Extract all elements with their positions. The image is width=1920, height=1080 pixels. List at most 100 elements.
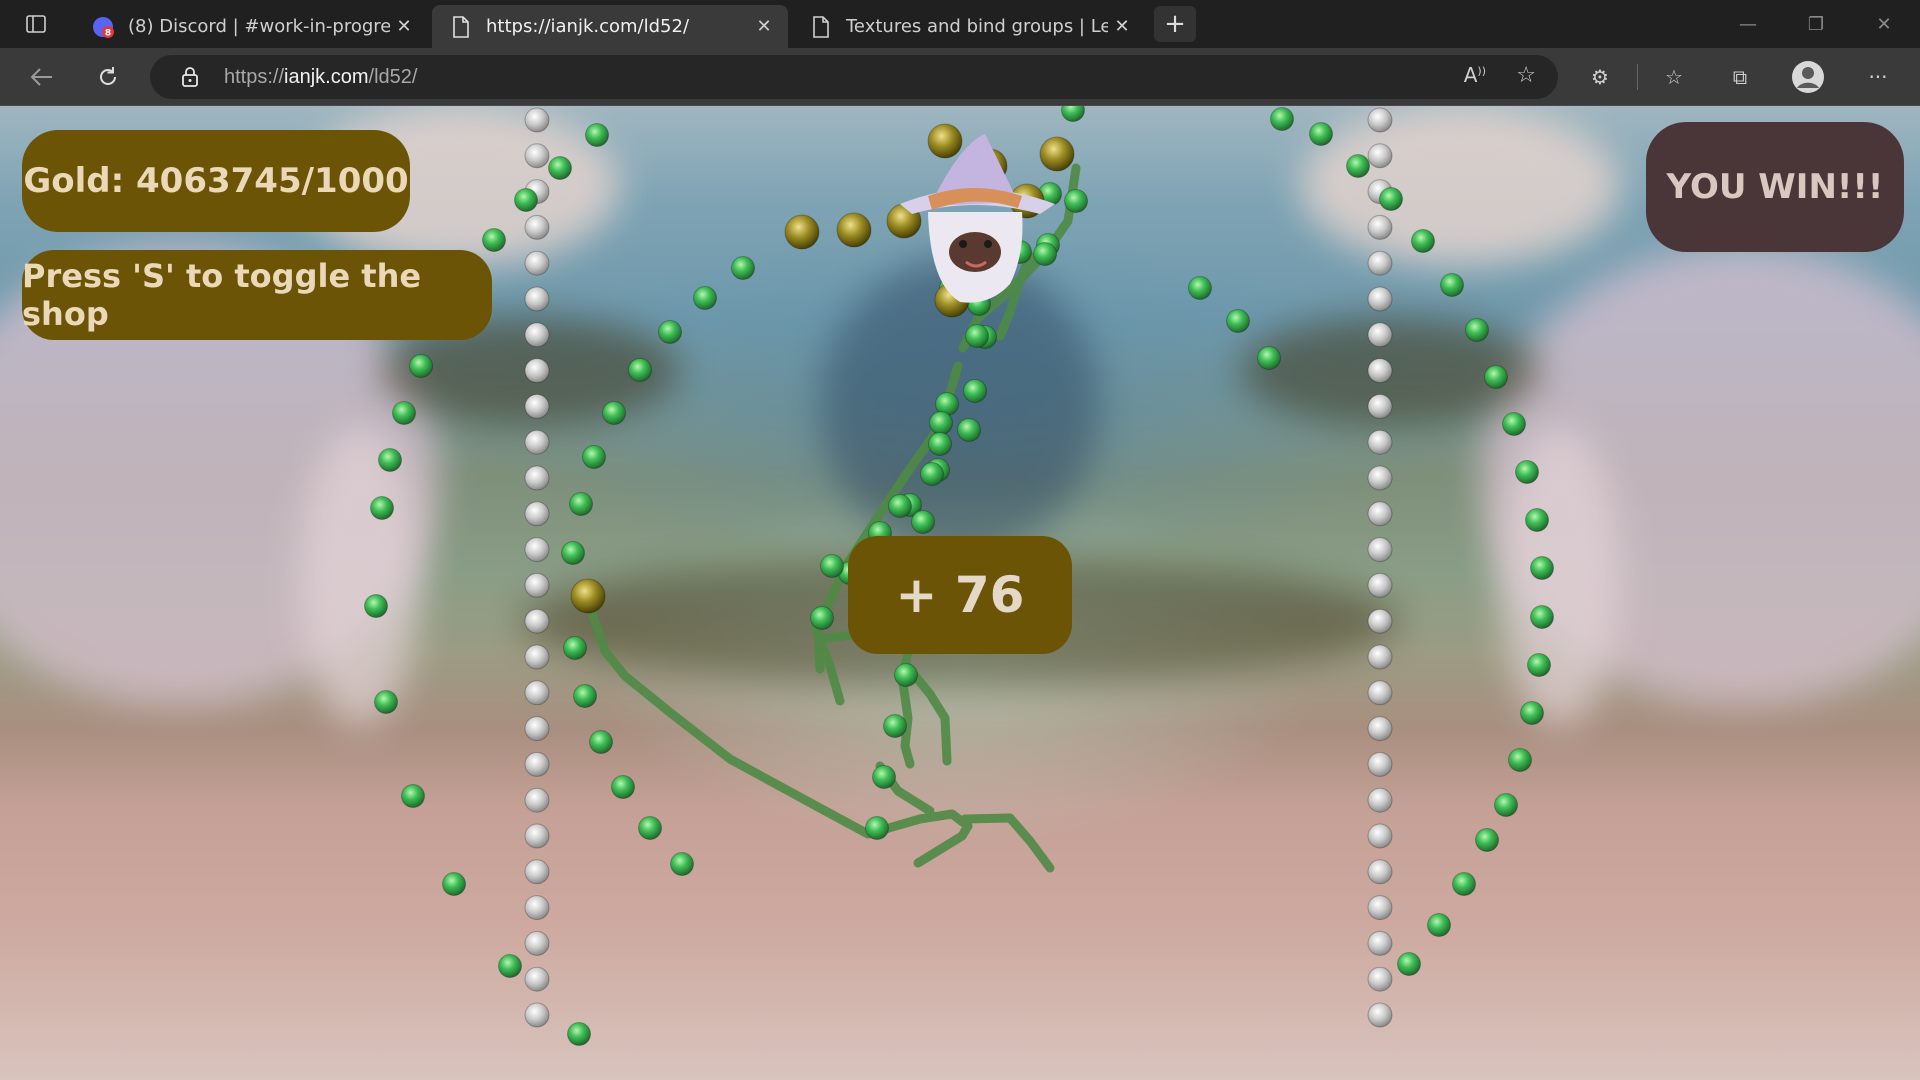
gray-orb: [524, 823, 550, 849]
gray-orb: [524, 501, 550, 527]
gray-orb: [1367, 465, 1393, 491]
read-aloud-icon[interactable]: A)): [1464, 63, 1486, 87]
close-window-button[interactable]: ✕: [1850, 0, 1918, 48]
gray-orb: [524, 465, 550, 491]
gray-orb: [1367, 429, 1393, 455]
tab-bar: 8 (8) Discord | #work-in-progress | ✕ ht…: [0, 0, 1920, 48]
green-orb: [865, 816, 889, 840]
green-orb: [1520, 701, 1544, 725]
green-orb: [628, 358, 652, 382]
win-banner: YOU WIN!!!: [1646, 122, 1904, 252]
green-orb: [1427, 913, 1451, 937]
profile-button[interactable]: [1788, 59, 1828, 95]
wizard-character: [900, 134, 1055, 303]
green-orb: [378, 448, 402, 472]
gray-orb: [524, 930, 550, 956]
gray-orb: [524, 966, 550, 992]
gray-orb: [524, 859, 550, 885]
green-orb: [370, 496, 394, 520]
gold-counter: Gold: 4063745/1000: [22, 130, 410, 232]
green-orb: [548, 156, 572, 180]
gray-orb: [1367, 250, 1393, 276]
green-orb: [638, 816, 662, 840]
svg-text:8: 8: [105, 28, 111, 38]
green-orb: [1061, 106, 1085, 122]
green-orb: [374, 690, 398, 714]
gray-orb: [1367, 930, 1393, 956]
gray-orb: [1367, 966, 1393, 992]
tab-ld52[interactable]: https://ianjk.com/ld52/ ✕: [432, 5, 788, 48]
gray-orb: [1367, 644, 1393, 670]
back-button[interactable]: [22, 59, 62, 95]
tab-discord[interactable]: 8 (8) Discord | #work-in-progress | ✕: [74, 5, 428, 48]
gray-orb: [1367, 107, 1393, 133]
gray-orb: [524, 143, 550, 169]
gray-orb: [524, 751, 550, 777]
add-favorite-icon[interactable]: ☆: [1516, 63, 1536, 88]
restore-button[interactable]: ❐: [1782, 0, 1850, 48]
game-canvas[interactable]: Gold: 4063745/1000 Press 'S' to toggle t…: [0, 106, 1920, 1080]
restore-icon: ❐: [1807, 13, 1825, 35]
green-orb: [1257, 346, 1281, 370]
green-orb: [1525, 508, 1549, 532]
green-orb: [1475, 828, 1499, 852]
green-orb: [965, 324, 989, 348]
gray-orb: [1367, 143, 1393, 169]
tab-textures[interactable]: Textures and bind groups | Learn ✕: [792, 5, 1146, 48]
green-orb: [514, 188, 538, 212]
favorites-button[interactable]: ☆: [1654, 59, 1694, 95]
gray-orb: [524, 895, 550, 921]
gray-orb: [524, 107, 550, 133]
green-orb: [409, 354, 433, 378]
gray-orb: [524, 286, 550, 312]
reload-button[interactable]: [88, 59, 128, 95]
green-orb: [929, 411, 953, 435]
green-orb: [1411, 229, 1435, 253]
gray-orb: [1367, 1002, 1393, 1028]
collections-button[interactable]: ⧉: [1720, 59, 1760, 95]
tab-actions-button[interactable]: [16, 10, 56, 38]
discord-icon: 8: [92, 16, 114, 38]
tab-title: Textures and bind groups | Learn: [846, 16, 1108, 37]
gray-orb: [524, 572, 550, 598]
green-orb: [1515, 460, 1539, 484]
green-orb: [482, 228, 506, 252]
close-tab-icon[interactable]: ✕: [1108, 13, 1136, 41]
new-tab-button[interactable]: +: [1154, 6, 1196, 42]
gray-orb: [524, 1002, 550, 1028]
gray-orb: [1367, 608, 1393, 634]
page-icon: [450, 15, 472, 38]
extensions-button[interactable]: ⚙: [1580, 59, 1620, 95]
gray-orb: [524, 537, 550, 563]
green-orb: [883, 714, 907, 738]
green-orb: [1530, 605, 1554, 629]
gray-orb: [1367, 859, 1393, 885]
green-orb: [498, 954, 522, 978]
green-orb: [1527, 653, 1551, 677]
green-orb: [1397, 952, 1421, 976]
green-orb: [658, 320, 682, 344]
gray-orb: [524, 608, 550, 634]
gray-orb: [1367, 322, 1393, 348]
close-tab-icon[interactable]: ✕: [750, 13, 778, 41]
green-orb: [1508, 748, 1532, 772]
gray-orb: [524, 250, 550, 276]
avatar-icon: [1792, 61, 1824, 93]
gray-orb: [524, 322, 550, 348]
green-orb: [963, 379, 987, 403]
address-bar[interactable]: https://ianjk.com/ld52/ A)) ☆: [150, 55, 1558, 99]
green-orb: [1346, 154, 1370, 178]
green-orb: [589, 730, 613, 754]
close-tab-icon[interactable]: ✕: [390, 13, 418, 41]
settings-more-button[interactable]: ···: [1858, 59, 1898, 95]
more-icon: ···: [1868, 65, 1888, 89]
gold-orb: [570, 578, 606, 614]
lock-icon[interactable]: [166, 66, 214, 88]
green-orb: [573, 684, 597, 708]
green-orb: [920, 462, 944, 486]
puzzle-icon: ⚙: [1591, 65, 1609, 89]
gray-orb: [524, 358, 550, 384]
gray-orb: [1367, 751, 1393, 777]
plus-icon: +: [1164, 9, 1186, 39]
minimize-button[interactable]: —: [1714, 0, 1782, 48]
